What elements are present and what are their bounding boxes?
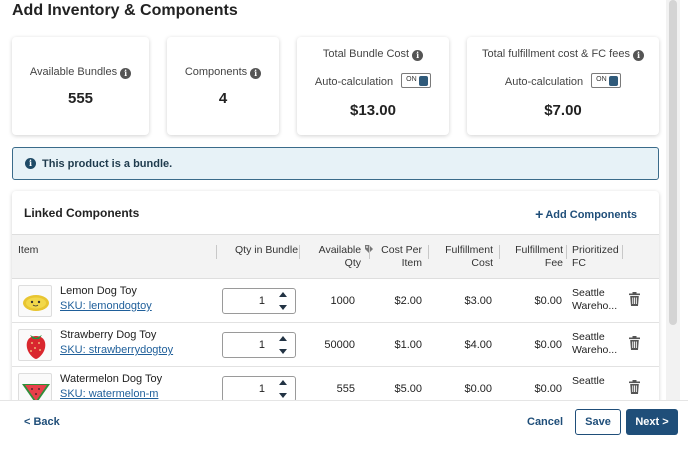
linked-components-panel: Linked Components + Add Components Item Q… [12,191,659,406]
column-cost-per-item: Cost Per Item [381,244,422,269]
toggle-on-label: ON [596,76,607,83]
cost-per-item: $5.00 [394,383,422,395]
fulfillment-fee: $0.00 [534,295,562,307]
info-icon[interactable]: i [120,68,132,79]
back-button[interactable]: < Back [24,416,60,428]
plus-icon: + [535,206,544,222]
column-divider [428,245,429,259]
total-bundle-cost-label: Total Bundle Cost [322,48,410,60]
quantity-stepper[interactable]: 1 [222,376,296,402]
fulfillment-cost: $4.00 [464,339,492,351]
quantity-stepper[interactable]: 1 [222,332,296,358]
prioritized-fc: Seattle Wareho... [572,287,618,312]
quantity-value[interactable]: 1 [259,339,265,351]
prioritized-fc: Seattle Wareho... [572,331,618,356]
column-available-qty: Available Qty [304,244,374,270]
chevron-down-icon[interactable] [279,305,287,310]
info-icon[interactable]: i [412,50,424,61]
total-fulfillment-cost-card: Total fulfillment cost & FC fees i Auto-c… [467,37,659,135]
column-prioritized-fc: Prioritized FC [572,244,619,269]
available-qty: 50000 [324,339,355,351]
bundle-info-text: This product is a bundle. [42,158,173,170]
bundle-info-banner: i This product is a bundle. [12,147,659,180]
available-bundles-label: Available Bundles [29,66,118,78]
toggle-knob [609,76,619,86]
column-fulfillment-fee: Fulfillment Fee [515,244,563,269]
quantity-value[interactable]: 1 [259,295,265,307]
auto-calculation-label: Auto-calculation [504,76,584,88]
info-icon[interactable]: i [250,68,262,79]
info-icon: i [25,158,36,169]
column-divider [299,245,300,259]
product-sku-link[interactable]: SKU: strawberrydogtoy [60,344,173,356]
cost-per-item: $2.00 [394,295,422,307]
cancel-button[interactable]: Cancel [527,416,563,428]
total-bundle-cost-card: Total Bundle Cost i Auto-calculation ON $1… [297,37,449,135]
chevron-down-icon[interactable] [279,349,287,354]
column-divider [566,245,567,259]
available-qty: 1000 [330,295,355,307]
column-divider [369,245,370,259]
fulfillment-cost: $3.00 [464,295,492,307]
column-fulfillment-cost: Fulfillment Cost [445,244,493,269]
trash-icon[interactable] [629,380,640,394]
table-row: Lemon Dog Toy SKU: lemondogtoy 1 1000 $2… [12,279,659,323]
toggle-on-label: ON [406,76,417,83]
total-fulfillment-cost-label: Total fulfillment cost & FC fees [482,48,630,60]
column-qty-in-bundle: Qty in Bundle [235,244,299,256]
available-bundles-card: Available Bundles i 555 [12,37,149,135]
page-scrollbar-thumb[interactable] [669,0,677,325]
chevron-up-icon[interactable] [279,292,287,297]
fulfillment-fee: $0.00 [534,383,562,395]
info-icon[interactable]: i [632,50,644,61]
chevron-up-icon[interactable] [279,380,287,385]
auto-calculation-toggle[interactable]: ON [401,73,432,88]
auto-calculation-toggle[interactable]: ON [591,73,622,88]
chevron-down-icon[interactable] [279,393,287,398]
quantity-value[interactable]: 1 [259,383,265,395]
available-qty: 555 [336,383,355,395]
components-value: 4 [218,90,228,107]
toggle-knob [419,76,429,86]
quantity-stepper[interactable]: 1 [222,288,296,314]
add-components-label: Add Components [545,209,637,221]
chevron-up-icon[interactable] [279,336,287,341]
product-sku-link[interactable]: SKU: lemondogtoy [60,300,152,312]
product-name: Strawberry Dog Toy [60,329,157,341]
save-button[interactable]: Save [575,409,621,435]
cost-per-item: $1.00 [394,339,422,351]
total-fulfillment-cost-value: $7.00 [544,102,582,119]
total-bundle-cost-value: $13.00 [350,102,396,119]
fulfillment-cost: $0.00 [464,383,492,395]
components-label: Components [184,66,248,78]
column-item: Item [18,244,39,256]
auto-calculation-label: Auto-calculation [314,76,394,88]
next-button[interactable]: Next > [626,409,678,435]
column-divider [499,245,500,259]
trash-icon[interactable] [629,292,640,306]
product-thumbnail-lemon [18,285,52,317]
product-thumbnail-strawberry [18,329,52,361]
product-name: Watermelon Dog Toy [60,373,163,385]
prioritized-fc: Seattle [572,375,605,387]
table-header: Item Qty in Bundle Available Qty Cost Pe… [12,234,659,279]
footer-bar: < Back Cancel Save Next > [0,400,688,449]
fulfillment-fee: $0.00 [534,339,562,351]
column-divider [216,245,217,259]
page-title: Add Inventory & Components [12,2,238,19]
linked-components-title: Linked Components [24,206,140,220]
available-bundles-value: 555 [67,90,94,107]
product-name: Lemon Dog Toy [60,285,137,297]
column-divider [622,245,623,259]
components-card: Components i 4 [167,37,279,135]
add-components-button[interactable]: + Add Components [535,206,637,222]
trash-icon[interactable] [629,336,640,350]
product-sku-link[interactable]: SKU: watermelon-m [60,388,158,400]
table-row: Strawberry Dog Toy SKU: strawberrydogtoy… [12,323,659,367]
